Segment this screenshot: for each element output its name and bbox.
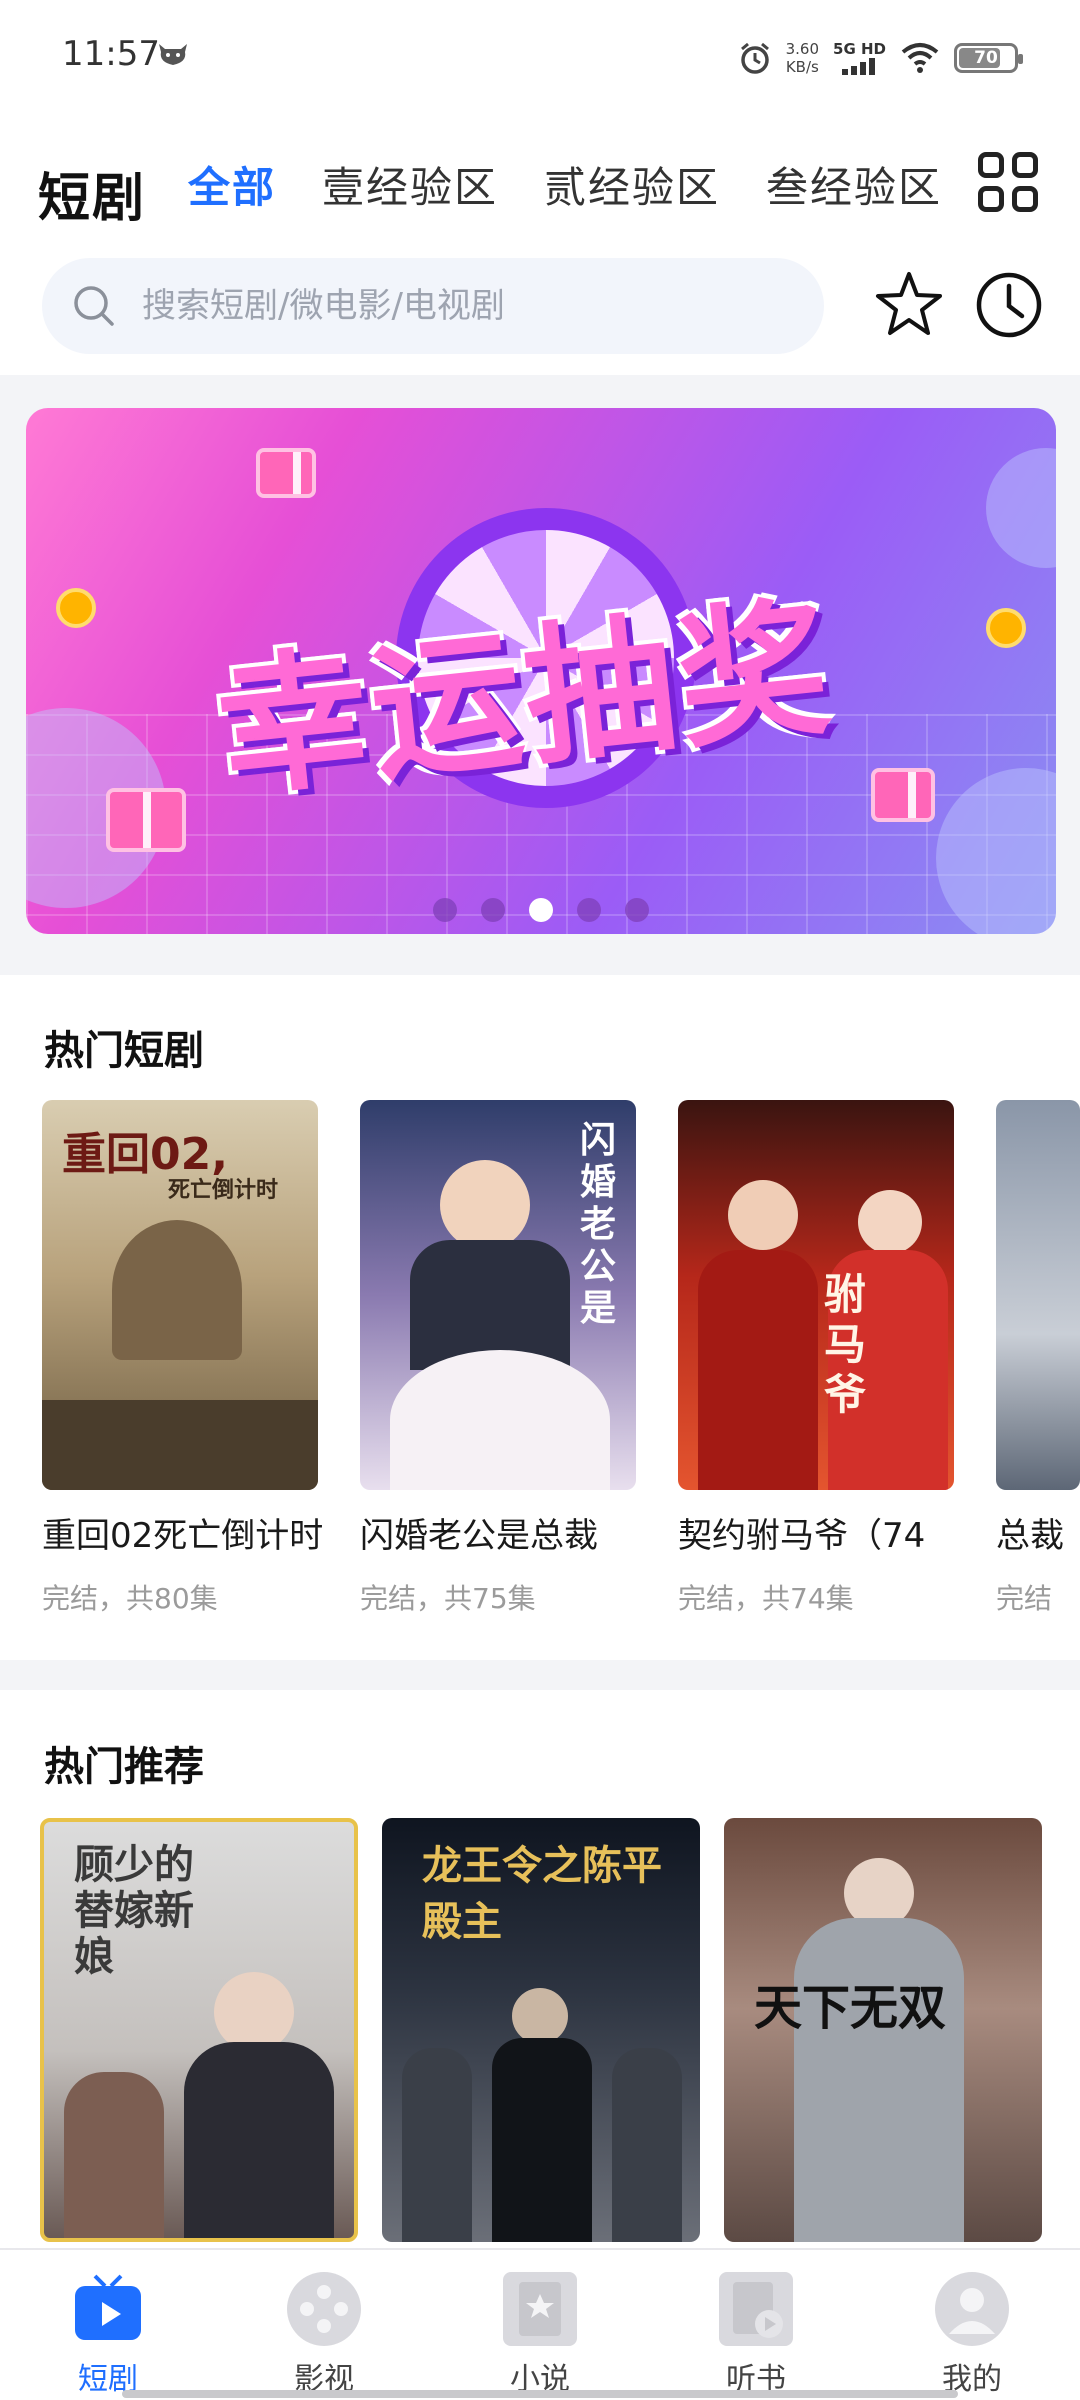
gesture-home-indicator[interactable] [122,2390,958,2398]
hot-dramas-list[interactable]: 重回02, 死亡倒计时 重回02死亡倒计时 完结，共80集 闪婚老公是 闪婚老公… [42,1100,1080,1640]
drama-card[interactable]: 驸马爷 契约驸马爷（74 完结，共74集 [678,1100,954,1617]
top-header: 短剧 全部 壹经验区 贰经验区 叁经验区 [0,130,1080,230]
search-icon [74,286,114,326]
carousel-dot[interactable] [481,898,505,922]
alarm-icon [740,42,769,74]
gift-box-icon [256,448,316,498]
drama-poster[interactable]: 重回02, 死亡倒计时 [42,1100,318,1490]
search-bar[interactable] [42,258,824,354]
carousel-dots[interactable] [26,898,1056,922]
drama-title: 契约驸马爷（74 [678,1516,926,1556]
gift-box-icon [871,768,935,822]
history-clock-icon[interactable] [970,266,1048,344]
coin-icon [986,608,1026,648]
wifi-icon [901,43,939,73]
recommend-list[interactable]: 顾少的替嫁新娘 龙王令之陈平殿主 天下无双 [40,1818,1050,2248]
nav-audiobooks[interactable]: 听书 [648,2250,864,2400]
drama-title: 总裁 [996,1516,1064,1556]
nav-novels[interactable]: 小说 [432,2250,648,2400]
poster-title: 天下无双 [754,1980,947,2036]
drama-episodes: 完结，共74集 [678,1582,854,1615]
battery-indicator: 70 [954,43,1023,73]
tab-zone-2[interactable]: 贰经验区 [544,154,720,215]
app-brand: 短剧 [38,169,147,229]
drama-episodes: 完结 [996,1582,1053,1615]
drama-episodes: 完结，共80集 [42,1582,218,1615]
hot-dramas-title: 热门短剧 [44,1028,204,1074]
drama-poster[interactable] [996,1100,1080,1490]
category-tabs: 全部 壹经验区 贰经验区 叁经验区 [188,154,942,215]
bottom-navigation: 短剧 影视 小说 听书 我的 [0,2248,1080,2400]
drama-poster[interactable]: 闪婚老公是 [360,1100,636,1490]
cellular-signal: 5G HD [833,41,886,75]
recommend-card[interactable]: 天下无双 [724,1818,1042,2242]
drama-card[interactable]: 总裁 完结 [996,1100,1080,1617]
app-notification-icon [159,44,187,65]
drama-card[interactable]: 重回02, 死亡倒计时 重回02死亡倒计时 完结，共80集 [42,1100,323,1617]
status-bar: 11:57 3.60 KB/s 5G HD 70 [0,0,1080,110]
recommend-card[interactable]: 顾少的替嫁新娘 [40,1818,358,2242]
recommend-title: 热门推荐 [44,1744,204,1790]
nav-short-drama[interactable]: 短剧 [0,2250,216,2400]
drama-episodes: 完结，共75集 [360,1582,536,1615]
nav-movies[interactable]: 影视 [216,2250,432,2400]
tv-icon [75,2274,141,2340]
coin-icon [56,588,96,628]
tab-all[interactable]: 全部 [188,154,276,215]
film-reel-icon [287,2272,361,2346]
drama-title: 重回02死亡倒计时 [42,1516,324,1556]
recommend-card[interactable]: 龙王令之陈平殿主 [382,1818,700,2242]
nav-profile[interactable]: 我的 [864,2250,1080,2400]
banner-bubble [986,448,1056,568]
carousel-dot[interactable] [577,898,601,922]
status-time: 11:57 [62,34,160,74]
carousel-dot-active[interactable] [529,898,553,922]
drama-card[interactable]: 闪婚老公是 闪婚老公是总裁 完结，共75集 [360,1100,636,1617]
poster-subtitle: 死亡倒计时 [168,1178,279,1203]
profile-icon [935,2272,1009,2346]
audiobook-icon [719,2272,793,2346]
battery-level: 70 [974,48,998,68]
tab-zone-1[interactable]: 壹经验区 [322,154,498,215]
drama-poster[interactable]: 驸马爷 [678,1100,954,1490]
poster-title: 龙王令之陈平殿主 [422,1843,662,1945]
favorite-star-icon[interactable] [870,266,948,344]
carousel-dot[interactable] [625,898,649,922]
carousel-dot[interactable] [433,898,457,922]
network-speed: 3.60 KB/s [785,40,820,76]
book-icon [503,2272,577,2346]
grid-menu-icon[interactable] [978,152,1038,212]
poster-title: 闪婚老公是 [580,1120,617,1329]
drama-title: 闪婚老公是总裁 [360,1516,598,1556]
promo-banner[interactable]: 幸运抽奖 [26,408,1056,934]
poster-title: 顾少的替嫁新娘 [74,1841,194,1980]
search-input[interactable] [142,258,782,354]
signal-bars-icon [841,58,875,75]
gift-box-icon [106,788,186,852]
poster-title: 驸马爷 [824,1270,867,1419]
tab-zone-3[interactable]: 叁经验区 [766,154,942,215]
section-divider [0,1660,1080,1690]
